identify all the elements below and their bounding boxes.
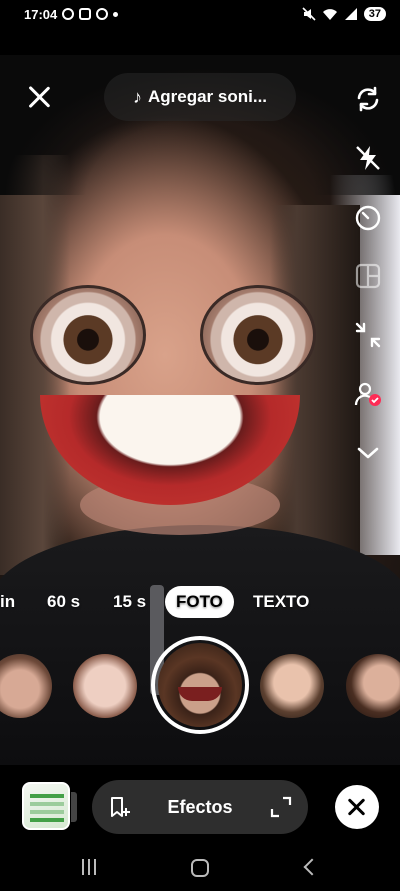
effect-thumbnail-4[interactable] xyxy=(260,654,324,718)
effects-label: Efectos xyxy=(167,796,233,817)
wifi-icon xyxy=(322,9,337,20)
mode-foto[interactable]: FOTO xyxy=(165,586,234,618)
right-toolbar xyxy=(350,82,386,495)
save-effect-icon[interactable] xyxy=(92,780,146,834)
home-icon[interactable] xyxy=(191,859,209,877)
effect-thumbnail-1[interactable] xyxy=(0,654,52,718)
mode-in[interactable]: in xyxy=(0,586,15,618)
layout-icon[interactable] xyxy=(351,259,385,293)
gallery-stack-edge xyxy=(71,792,77,822)
recent-apps-icon[interactable] xyxy=(82,859,96,875)
effects-people-icon[interactable] xyxy=(351,377,385,411)
signal-icon xyxy=(344,8,357,20)
back-icon[interactable] xyxy=(303,858,321,876)
mute-icon xyxy=(302,7,316,21)
add-sound-button[interactable]: ♪ Agregar soni... xyxy=(104,73,296,121)
right-eye-effect xyxy=(200,285,316,385)
timer-icon[interactable] xyxy=(351,200,385,234)
effects-button[interactable]: Efectos xyxy=(92,780,308,834)
flash-off-icon[interactable] xyxy=(351,141,385,175)
left-eye-effect xyxy=(30,285,146,385)
mode-60s[interactable]: 60 s xyxy=(47,586,80,618)
effect-thumbnail-selected[interactable] xyxy=(158,643,242,727)
screenshot-icon xyxy=(79,8,92,20)
bottom-bar: Efectos xyxy=(0,765,400,849)
facebook-icon xyxy=(62,8,75,20)
add-sound-label: Agregar soni... xyxy=(147,87,268,106)
mode-texto[interactable]: TEXTO xyxy=(253,586,309,618)
effect-thumbnail-5[interactable] xyxy=(346,654,400,718)
system-nav-bar xyxy=(0,849,400,891)
status-bar: 17:04 37 xyxy=(0,0,400,28)
expand-icon[interactable] xyxy=(254,780,308,834)
effect-thumbnail-2[interactable] xyxy=(73,654,137,718)
gallery-thumbnail[interactable] xyxy=(22,782,70,830)
music-note-icon: ♪ xyxy=(132,86,142,107)
chevron-down-icon[interactable] xyxy=(351,436,385,470)
dot-icon xyxy=(113,11,119,17)
status-time: 17:04 xyxy=(24,6,58,22)
mode-selector: in 60 s 15 s FOTO TEXTO xyxy=(0,586,400,618)
close-icon[interactable] xyxy=(26,84,52,110)
close-effects-button[interactable] xyxy=(335,785,379,829)
battery-indicator: 37 xyxy=(363,7,386,21)
retouch-icon[interactable] xyxy=(351,318,385,352)
effects-carousel xyxy=(0,636,400,736)
mode-15s[interactable]: 15 s xyxy=(113,586,146,618)
pinterest-icon xyxy=(96,8,109,20)
flip-camera-icon[interactable] xyxy=(351,82,385,116)
